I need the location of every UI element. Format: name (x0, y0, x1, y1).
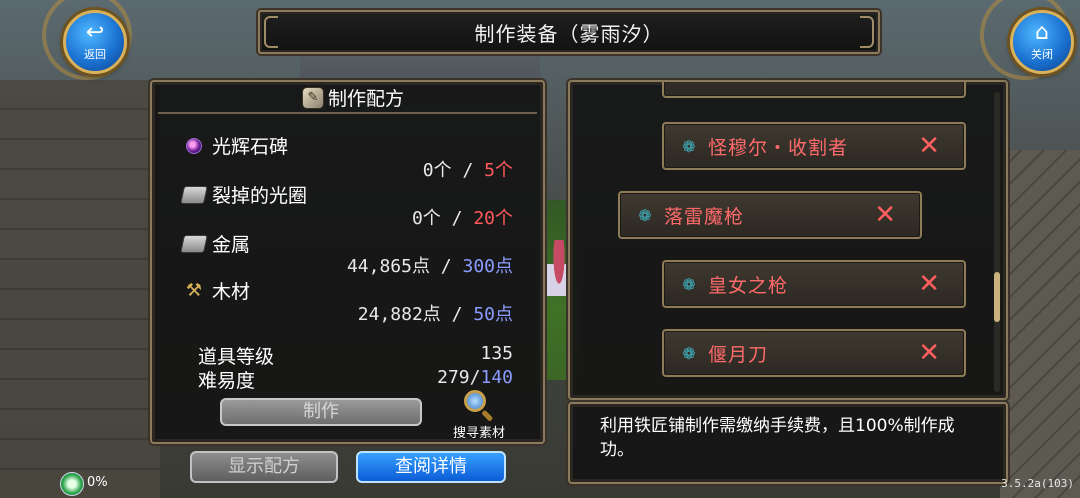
quantity-have: 0个 (422, 160, 452, 181)
show-recipe-button[interactable]: 显示配方 (190, 451, 338, 483)
quantity-need: 20个 (473, 208, 513, 229)
close-button[interactable]: ⌂ 关闭 (1010, 10, 1074, 74)
quantity-separator: / (440, 208, 474, 229)
material-name: 光辉石碑 (212, 136, 289, 158)
quantity-need: 300点 (462, 256, 513, 277)
back-label: 返回 (84, 48, 106, 61)
title-ornament-right (860, 16, 874, 48)
scroll-icon: ✎ (302, 86, 324, 109)
download-status-icon (60, 472, 84, 496)
close-label: 关闭 (1031, 48, 1053, 61)
swirl-icon: ❁ (682, 343, 696, 363)
swirl-icon: ❁ (682, 274, 696, 294)
description-panel: 利用铁匠铺制作需缴纳手续费，且100%制作成功。 (568, 402, 1008, 484)
chest-icon (180, 184, 208, 206)
swirl-icon: ❁ (682, 136, 696, 156)
chest-icon (180, 233, 208, 255)
material-quantity: 0个 / 5个 (423, 156, 513, 182)
material-quantity: 44,865点 / 300点 (347, 252, 513, 278)
unavailable-x-icon: ✕ (918, 269, 940, 299)
title-bar: 制作装备（雾雨汐） (258, 10, 880, 54)
swirl-icon: ❁ (638, 205, 652, 225)
quantity-have: 24,882点 (357, 304, 441, 325)
difficulty-label: 难易度 (198, 370, 256, 392)
equipment-item[interactable]: ❁ 怪穆尔・收割者 ✕ (662, 122, 966, 170)
quantity-have: 0个 (411, 208, 441, 229)
equipment-list-panel: ❁ 怪穆尔・收割者 ✕ ❁ 落雷魔枪 ✕ ❁ 皇女之枪 ✕ ❁ 偃月刀 ✕ (568, 80, 1008, 400)
quantity-have: 44,865点 (346, 256, 430, 277)
version-label: 3.5.2a(103) (1001, 477, 1074, 490)
material-name: 裂掉的光圈 (212, 185, 308, 207)
title-ornament-left (264, 16, 278, 48)
status-percent: 0% (87, 475, 108, 490)
list-scrollbar-thumb[interactable] (994, 272, 1000, 322)
quantity-separator: / (451, 160, 485, 181)
material-item[interactable]: ⚒ 木材 (182, 277, 250, 304)
quantity-separator: / (429, 256, 463, 277)
unavailable-x-icon: ✕ (874, 200, 896, 230)
difficulty-need: 140 (480, 367, 513, 388)
unavailable-x-icon: ✕ (918, 338, 940, 368)
back-icon: ↩ (85, 20, 105, 45)
equipment-item[interactable]: ❁ 偃月刀 ✕ (662, 329, 966, 377)
material-item[interactable]: 金属 (180, 230, 251, 257)
material-quantity: 24,882点 / 50点 (358, 300, 513, 326)
search-materials-button[interactable]: 搜寻素材 (442, 388, 516, 441)
equipment-item-partial (662, 82, 966, 98)
home-icon: ⌂ (1035, 20, 1049, 45)
material-quantity: 0个 / 20个 (412, 204, 513, 230)
material-name: 金属 (212, 234, 251, 256)
material-item[interactable]: 裂掉的光圈 (180, 181, 308, 208)
make-button[interactable]: 制作 (220, 398, 422, 426)
item-level-value: 135 (480, 343, 513, 364)
item-level-label: 道具等级 (198, 346, 275, 368)
magnifier-icon (462, 388, 496, 422)
equipment-item-selected[interactable]: ❁ 落雷魔枪 ✕ (618, 191, 922, 239)
wood-icon: ⚒ (185, 279, 203, 301)
description-text: 利用铁匠铺制作需缴纳手续费，且100%制作成功。 (600, 416, 955, 460)
background-floor (1000, 150, 1080, 498)
list-scrollbar-track[interactable] (994, 92, 1000, 392)
quantity-separator: / (440, 304, 474, 325)
recipe-panel: ✎ 制作配方 光辉石碑 0个 / 5个 裂掉的光圈 0个 / 20个 金属 44… (150, 80, 545, 444)
equipment-name: 皇女之枪 (708, 274, 789, 297)
background-wall (0, 80, 160, 498)
equipment-name: 落雷魔枪 (664, 205, 745, 228)
difficulty-have: 279/ (437, 367, 481, 388)
equipment-name: 偃月刀 (708, 343, 769, 366)
equipment-item[interactable]: ❁ 皇女之枪 ✕ (662, 260, 966, 308)
equipment-name: 怪穆尔・收割者 (708, 136, 849, 159)
material-item[interactable]: 光辉石碑 (182, 132, 288, 159)
page-title: 制作装备（雾雨汐） (474, 21, 664, 46)
search-materials-label: 搜寻素材 (452, 426, 505, 441)
recipe-header-title: 制作配方 (328, 88, 405, 110)
unavailable-x-icon: ✕ (918, 131, 940, 161)
back-button[interactable]: ↩ 返回 (63, 10, 127, 74)
quantity-need: 50点 (473, 304, 513, 325)
view-details-button[interactable]: 查阅详情 (356, 451, 506, 483)
material-name: 木材 (212, 281, 251, 303)
difficulty-value: 279/140 (437, 367, 513, 388)
recipe-divider (158, 112, 537, 114)
quantity-need: 5个 (484, 160, 513, 181)
recipe-header: ✎ 制作配方 (302, 84, 404, 111)
orb-icon (182, 135, 206, 157)
